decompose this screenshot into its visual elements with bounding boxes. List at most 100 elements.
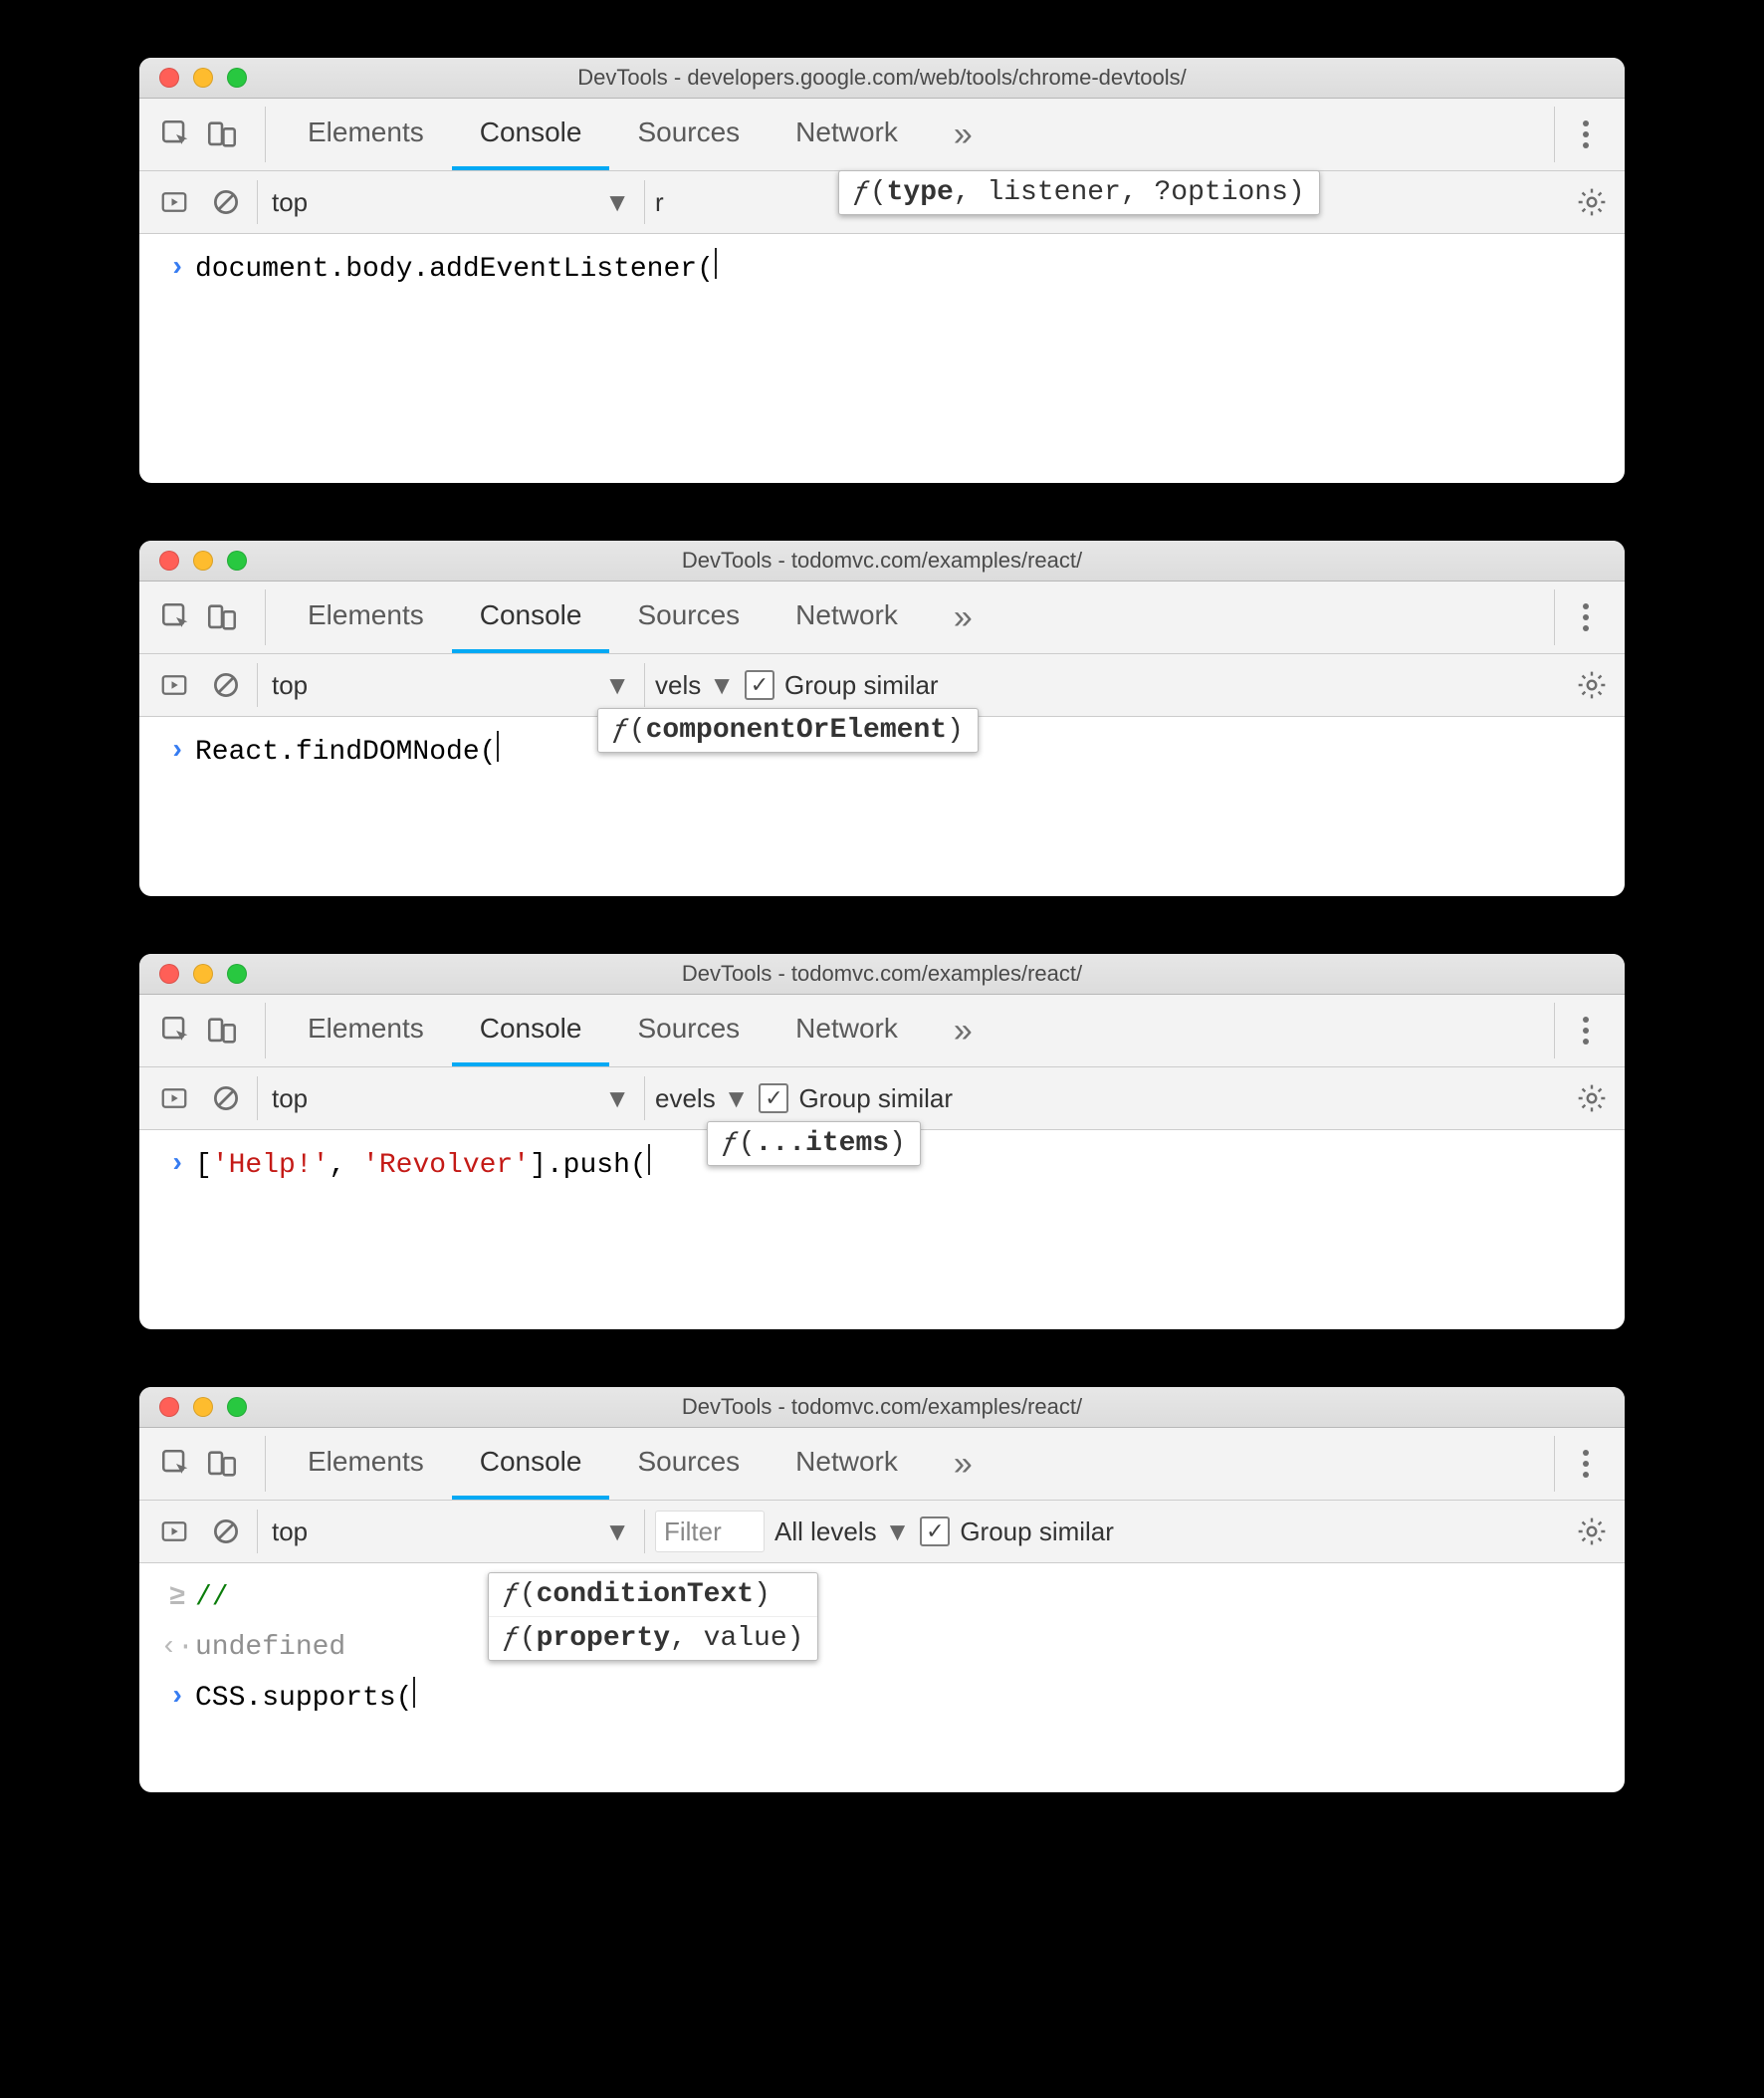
inspect-element-icon[interactable] bbox=[159, 1447, 193, 1481]
group-similar-checkbox[interactable] bbox=[745, 670, 774, 700]
signature-hint: ƒ(conditionText)ƒ(property, value) bbox=[488, 1572, 818, 1661]
console-settings-icon[interactable] bbox=[1573, 1513, 1611, 1550]
minimize-window-icon[interactable] bbox=[193, 964, 213, 984]
execution-context-dropdown[interactable]: top ▼ bbox=[257, 1076, 645, 1120]
tab-elements[interactable]: Elements bbox=[280, 99, 452, 170]
context-label: top bbox=[272, 187, 308, 218]
console-code: // bbox=[195, 1577, 229, 1619]
clear-console-icon[interactable] bbox=[205, 181, 247, 223]
console-row[interactable]: › CSS.supports( bbox=[139, 1673, 1625, 1724]
tab-elements[interactable]: Elements bbox=[280, 582, 452, 653]
log-levels-dropdown[interactable]: All levels ▼ bbox=[774, 1516, 910, 1547]
zoom-window-icon[interactable] bbox=[227, 1397, 247, 1417]
console-code[interactable]: CSS.supports( bbox=[195, 1677, 415, 1720]
inspect-element-icon[interactable] bbox=[159, 117, 193, 151]
more-tabs-button[interactable]: » bbox=[926, 99, 1000, 170]
more-tabs-button[interactable]: » bbox=[926, 995, 1000, 1066]
minimize-window-icon[interactable] bbox=[193, 1397, 213, 1417]
separator bbox=[1554, 107, 1555, 162]
console-row: ‹· undefined bbox=[139, 1623, 1625, 1673]
devtools-menu-icon[interactable] bbox=[1571, 597, 1601, 637]
tab-network[interactable]: Network bbox=[768, 99, 926, 170]
prompt-icon: › bbox=[169, 248, 186, 290]
log-levels-dropdown[interactable]: vels ▼ bbox=[655, 670, 735, 701]
toggle-drawer-icon[interactable] bbox=[153, 1077, 195, 1119]
tab-console[interactable]: Console bbox=[452, 582, 610, 653]
tab-elements[interactable]: Elements bbox=[280, 1428, 452, 1500]
signature-hint: ƒ(componentOrElement) bbox=[597, 708, 979, 753]
toggle-drawer-icon[interactable] bbox=[153, 181, 195, 223]
prompt-icon: › bbox=[169, 731, 186, 773]
tab-console[interactable]: Console bbox=[452, 99, 610, 170]
close-window-icon[interactable] bbox=[159, 68, 179, 88]
minimize-window-icon[interactable] bbox=[193, 551, 213, 571]
signature-hint: ƒ(...items) bbox=[707, 1121, 921, 1166]
device-toolbar-icon[interactable] bbox=[205, 1447, 239, 1481]
devtools-window: DevTools - todomvc.com/examples/react/ E… bbox=[139, 954, 1625, 1329]
device-toolbar-icon[interactable] bbox=[205, 600, 239, 634]
console-code[interactable]: React.findDOMNode( bbox=[195, 731, 499, 774]
clear-console-icon[interactable] bbox=[205, 1511, 247, 1552]
window-title: DevTools - todomvc.com/examples/react/ bbox=[139, 1394, 1625, 1420]
console-code[interactable]: ['Help!', 'Revolver'].push( bbox=[195, 1144, 650, 1187]
devtools-menu-icon[interactable] bbox=[1571, 1444, 1601, 1484]
zoom-window-icon[interactable] bbox=[227, 964, 247, 984]
execution-context-dropdown[interactable]: top ▼ bbox=[257, 1510, 645, 1553]
console-body[interactable]: › document.body.addEventListener( bbox=[139, 234, 1625, 483]
close-window-icon[interactable] bbox=[159, 551, 179, 571]
group-similar-checkbox[interactable] bbox=[920, 1516, 950, 1546]
toggle-drawer-icon[interactable] bbox=[153, 1511, 195, 1552]
window-titlebar[interactable]: DevTools - developers.google.com/web/too… bbox=[139, 58, 1625, 99]
devtools-tabstrip: Elements Console Sources Network » bbox=[139, 99, 1625, 171]
separator bbox=[1554, 1436, 1555, 1492]
tab-network[interactable]: Network bbox=[768, 995, 926, 1066]
console-code[interactable]: document.body.addEventListener( bbox=[195, 248, 717, 291]
inspect-element-icon[interactable] bbox=[159, 600, 193, 634]
group-similar-checkbox[interactable] bbox=[759, 1083, 788, 1113]
clear-console-icon[interactable] bbox=[205, 1077, 247, 1119]
zoom-window-icon[interactable] bbox=[227, 68, 247, 88]
window-titlebar[interactable]: DevTools - todomvc.com/examples/react/ bbox=[139, 1387, 1625, 1428]
group-similar-label: Group similar bbox=[960, 1516, 1114, 1547]
inspect-element-icon[interactable] bbox=[159, 1014, 193, 1048]
filter-input[interactable]: Filter bbox=[655, 1511, 765, 1552]
console-toolbar: top ▼ Filter All levels ▼ Group similar bbox=[139, 1501, 1625, 1563]
tab-sources[interactable]: Sources bbox=[609, 1428, 768, 1500]
devtools-menu-icon[interactable] bbox=[1571, 1011, 1601, 1050]
log-levels-dropdown[interactable]: evels ▼ bbox=[655, 1083, 749, 1114]
more-tabs-button[interactable]: » bbox=[926, 1428, 1000, 1500]
close-window-icon[interactable] bbox=[159, 1397, 179, 1417]
devtools-tabstrip: Elements Console Sources Network » bbox=[139, 582, 1625, 654]
tab-sources[interactable]: Sources bbox=[609, 582, 768, 653]
separator bbox=[1554, 589, 1555, 645]
close-window-icon[interactable] bbox=[159, 964, 179, 984]
console-settings-icon[interactable] bbox=[1573, 666, 1611, 704]
separator bbox=[265, 1436, 266, 1492]
device-toolbar-icon[interactable] bbox=[205, 1014, 239, 1048]
window-titlebar[interactable]: DevTools - todomvc.com/examples/react/ bbox=[139, 954, 1625, 995]
tab-console[interactable]: Console bbox=[452, 995, 610, 1066]
tab-elements[interactable]: Elements bbox=[280, 995, 452, 1066]
signature-line: ƒ(conditionText) bbox=[489, 1573, 817, 1617]
tab-network[interactable]: Network bbox=[768, 582, 926, 653]
devtools-menu-icon[interactable] bbox=[1571, 115, 1601, 154]
window-title: DevTools - developers.google.com/web/too… bbox=[139, 65, 1625, 91]
device-toolbar-icon[interactable] bbox=[205, 117, 239, 151]
console-body[interactable]: ≥ // ‹· undefined › CSS.supports( bbox=[139, 1563, 1625, 1792]
tab-network[interactable]: Network bbox=[768, 1428, 926, 1500]
tab-sources[interactable]: Sources bbox=[609, 99, 768, 170]
window-titlebar[interactable]: DevTools - todomvc.com/examples/react/ bbox=[139, 541, 1625, 582]
minimize-window-icon[interactable] bbox=[193, 68, 213, 88]
execution-context-dropdown[interactable]: top ▼ bbox=[257, 663, 645, 707]
toggle-drawer-icon[interactable] bbox=[153, 664, 195, 706]
clear-console-icon[interactable] bbox=[205, 664, 247, 706]
more-tabs-button[interactable]: » bbox=[926, 582, 1000, 653]
tab-console[interactable]: Console bbox=[452, 1428, 610, 1500]
console-settings-icon[interactable] bbox=[1573, 183, 1611, 221]
window-title: DevTools - todomvc.com/examples/react/ bbox=[139, 961, 1625, 987]
zoom-window-icon[interactable] bbox=[227, 551, 247, 571]
execution-context-dropdown[interactable]: top ▼ bbox=[257, 180, 645, 224]
tab-sources[interactable]: Sources bbox=[609, 995, 768, 1066]
console-row[interactable]: › document.body.addEventListener( bbox=[139, 244, 1625, 295]
console-settings-icon[interactable] bbox=[1573, 1079, 1611, 1117]
